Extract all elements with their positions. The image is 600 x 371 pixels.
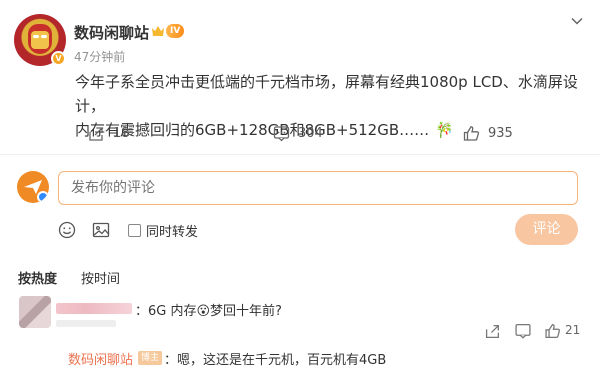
comment-reply: 数码闲聊站 博主 ：嗯，这还是在千元机，百元机有4GB xyxy=(68,349,387,368)
tab-sort-hot[interactable]: 按热度 xyxy=(18,268,57,287)
level-badge: IV xyxy=(166,24,185,38)
comment-text: ：6G 内存😮梦回十年前? xyxy=(135,304,282,319)
share-icon xyxy=(89,126,103,141)
reply-text: ：嗯，这还是在千元机，百元机有4GB xyxy=(164,352,387,368)
comment-input[interactable] xyxy=(58,171,578,205)
tab-sort-time[interactable]: 按时间 xyxy=(81,268,120,287)
submit-comment-button[interactable]: 评论 xyxy=(515,214,578,245)
verified-icon xyxy=(37,191,49,203)
commenter-avatar[interactable] xyxy=(19,296,51,328)
author-name[interactable]: 数码闲聊站 xyxy=(74,22,149,43)
repost-label[interactable]: 同时转发 xyxy=(146,221,198,240)
helmet-eye-left xyxy=(33,35,39,38)
comment-icon xyxy=(273,125,290,141)
helmet-eye-right xyxy=(41,35,47,38)
comment-like-count: 21 xyxy=(565,323,581,337)
verified-icon: V xyxy=(51,51,66,66)
comment-reply-icon[interactable] xyxy=(515,323,531,339)
divider xyxy=(0,154,600,155)
like-count: 935 xyxy=(488,125,513,141)
comment-count: 304 xyxy=(298,125,323,141)
post-time[interactable]: 47分钟前 xyxy=(74,48,125,65)
post-actions: 18 304 935 xyxy=(0,122,600,144)
reply-author[interactable]: 数码闲聊站 xyxy=(68,349,133,368)
comment-sort-tabs: 按热度 按时间 xyxy=(18,268,120,287)
comment-share-icon[interactable] xyxy=(485,323,501,339)
post-text-line-1: 今年子系全员冲击更低端的千元档市场，屏幕有经典1080p LCD、水滴屏设计， xyxy=(75,73,578,115)
crown-icon xyxy=(152,26,164,36)
thumbs-up-icon xyxy=(463,125,480,141)
author-badge: 博主 xyxy=(138,351,163,365)
share-count: 18 xyxy=(113,125,130,141)
composer-toolbar: 同时转发 xyxy=(58,219,198,241)
share-button[interactable]: 18 xyxy=(88,122,130,144)
comment-like-icon[interactable] xyxy=(545,323,561,339)
comment-button[interactable]: 304 xyxy=(273,122,323,144)
like-button[interactable]: 935 xyxy=(463,122,513,144)
helmet-faceplate xyxy=(31,31,49,49)
image-icon[interactable] xyxy=(92,221,110,239)
comment-meta-blurred xyxy=(56,320,116,327)
user-avatar[interactable] xyxy=(17,171,49,203)
emoji-icon[interactable] xyxy=(58,221,76,239)
commenter-name-blurred[interactable] xyxy=(56,303,132,314)
repost-checkbox[interactable] xyxy=(128,223,141,237)
chevron-down-icon[interactable] xyxy=(570,14,584,28)
